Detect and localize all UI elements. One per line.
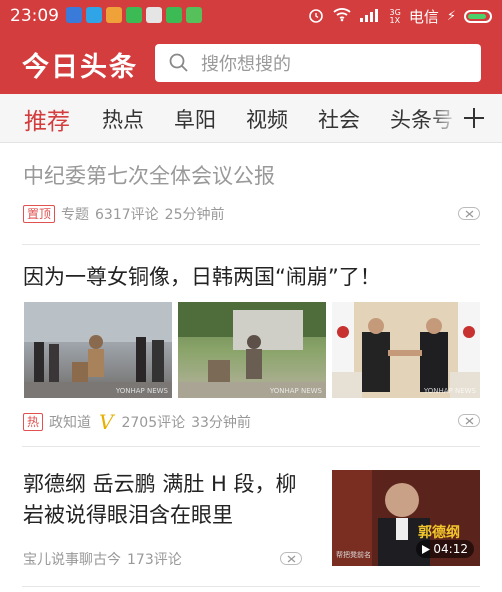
image-watermark: YONHAP NEWS (269, 387, 322, 395)
search-placeholder: 搜你想搜的 (201, 54, 291, 75)
article-title[interactable]: 中纪委第七次全体会议公报 (23, 161, 275, 192)
article-source[interactable]: 政知道 (49, 412, 91, 432)
image-watermark: YONHAP NEWS (115, 387, 168, 395)
pinned-tag: 置顶 (23, 205, 56, 223)
play-icon (422, 544, 431, 554)
search-icon (169, 53, 188, 72)
article-image-1[interactable]: YONHAP NEWS (24, 302, 172, 398)
tab-recommend[interactable]: 推荐 (24, 102, 70, 136)
notification-app-3-icon (106, 7, 122, 23)
wifi-icon (332, 7, 352, 26)
image-watermark: YONHAP NEWS (423, 387, 476, 395)
notification-icons (66, 7, 202, 23)
comment-count: 6317评论 (95, 207, 159, 223)
notification-app-7-icon (186, 7, 202, 23)
close-icon (465, 210, 474, 218)
verified-icon: V (99, 410, 114, 434)
tab-society[interactable]: 社会 (318, 104, 360, 134)
tab-hot[interactable]: 热点 (102, 104, 144, 134)
thumb-corner-text: 帮把凳前名 (336, 551, 371, 559)
app-logo: 今日头条 (22, 52, 138, 83)
signal-icon (359, 8, 382, 26)
status-bar: 23:09 3G 1X 电信 ⚡ (0, 0, 502, 33)
notification-app-1-icon (66, 7, 82, 23)
thumb-caption: 郭德纲 (418, 525, 460, 541)
divider (22, 244, 480, 245)
dislike-button[interactable] (458, 207, 480, 220)
comment-count: 173评论 (127, 552, 182, 568)
publish-time: 25分钟前 (164, 207, 225, 223)
article-image-3[interactable]: YONHAP NEWS (332, 302, 480, 398)
dislike-button[interactable] (280, 552, 302, 565)
status-time: 23:09 (10, 6, 59, 26)
battery-icon (464, 10, 492, 23)
publish-time: 33分钟前 (191, 415, 251, 431)
alarm-icon (308, 7, 324, 27)
tab-fuyang[interactable]: 阜阳 (174, 104, 216, 134)
article-source[interactable]: 专题 (61, 204, 89, 224)
article-image-2[interactable]: YONHAP NEWS (178, 302, 326, 398)
close-icon (465, 417, 474, 425)
carrier-name: 电信 (408, 8, 439, 26)
article-title-line-1[interactable]: 郭德纲 岳云鹏 满肚 H 段，柳 (23, 469, 297, 500)
dislike-button[interactable] (458, 414, 480, 427)
notification-app-2-icon (86, 7, 102, 23)
tab-video[interactable]: 视频 (246, 104, 288, 134)
channel-tabs: 推荐 热点 阜阳 视频 社会 头条号 (0, 94, 502, 143)
charging-icon: ⚡ (446, 9, 456, 24)
app-header: 今日头条 搜你想搜的 (0, 33, 502, 94)
notification-app-4-icon (126, 7, 142, 23)
article-title[interactable]: 因为一尊女铜像，日韩两国“闹崩”了！ (23, 262, 381, 293)
comment-count: 2705评论 (121, 415, 186, 431)
video-duration-text: 04:12 (433, 542, 468, 556)
video-duration: 04:12 (416, 540, 474, 558)
article-title-line-2[interactable]: 岩被说得眼泪含在眼里 (23, 500, 233, 531)
video-thumbnail[interactable]: 郭德纲 帮把凳前名 04:12 (332, 470, 480, 566)
article-source[interactable]: 宝儿说事聊古今 (23, 549, 121, 569)
divider (22, 586, 480, 587)
network-subtype: 1X (389, 15, 401, 25)
hot-tag: 热 (23, 413, 44, 431)
close-icon (287, 555, 296, 563)
notification-app-6-icon (166, 7, 182, 23)
add-channel-icon[interactable] (456, 98, 492, 138)
divider (22, 446, 480, 447)
search-box[interactable]: 搜你想搜的 (155, 44, 481, 82)
notification-app-5-icon (146, 7, 162, 23)
